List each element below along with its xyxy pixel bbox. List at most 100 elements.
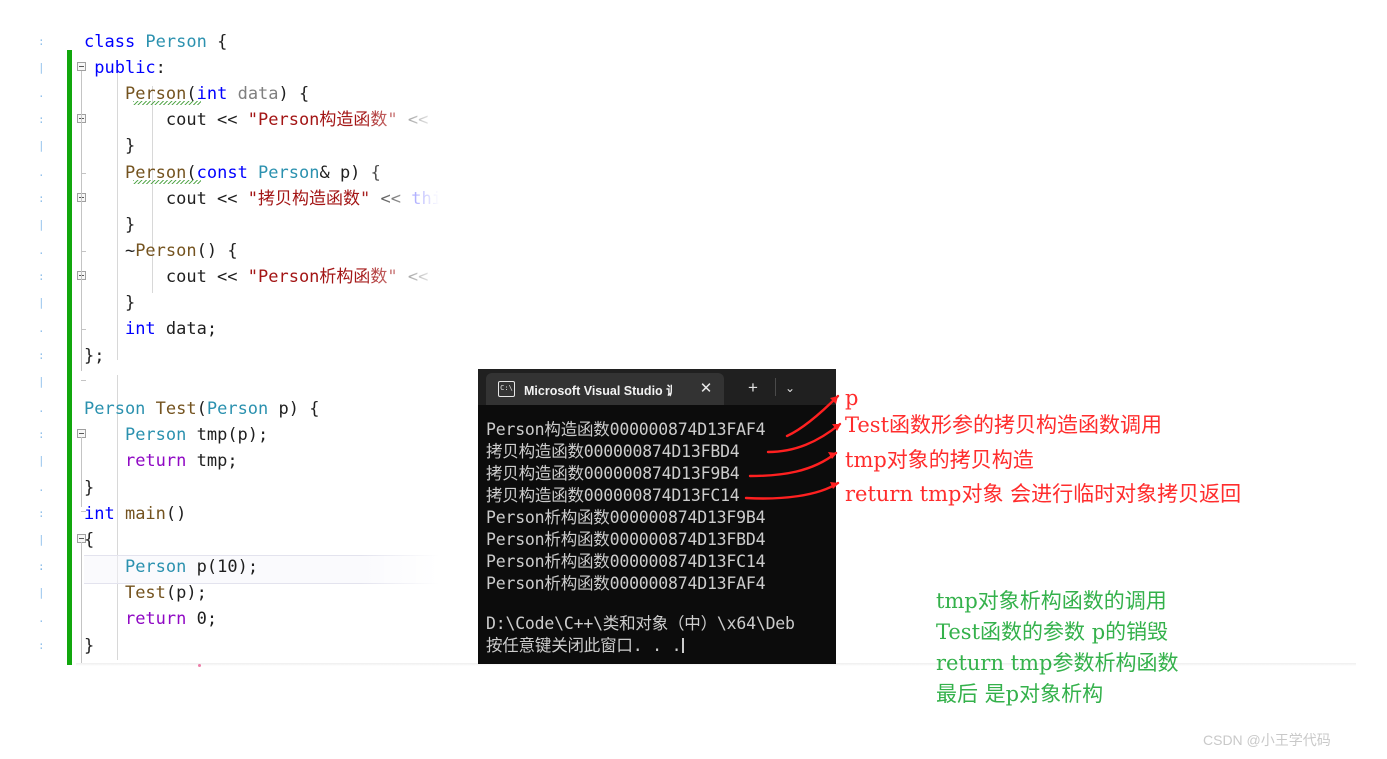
code-token: class xyxy=(84,32,146,52)
line-number: : xyxy=(38,114,45,126)
code-line[interactable]: ~Person() { xyxy=(84,242,238,260)
line-number: | xyxy=(38,587,45,599)
fold-line xyxy=(81,201,82,249)
code-token: ) { xyxy=(278,84,310,104)
console-output-area[interactable]: Person构造函数000000874D13FAF4 拷贝构造函数00000087… xyxy=(478,405,836,664)
code-line[interactable]: cout << "拷贝构造函数" << this << endl; xyxy=(84,190,460,208)
code-line[interactable]: public: xyxy=(84,59,166,77)
console-output-line: Person析构函数000000874D13F9B4 xyxy=(486,508,766,527)
fold-end-tick xyxy=(81,380,86,381)
code-token: "Person构造函数" xyxy=(247,110,398,130)
code-token: << endl; xyxy=(452,189,460,209)
code-token: tmp(p); xyxy=(186,425,269,445)
code-line[interactable]: Test(p); xyxy=(84,584,207,602)
line-number: | xyxy=(38,455,45,467)
code-token: Test xyxy=(155,399,197,419)
code-line[interactable]: { xyxy=(84,531,94,549)
code-token: tmp; xyxy=(186,451,238,471)
code-line[interactable]: }; xyxy=(84,347,104,365)
fold-line xyxy=(81,123,82,171)
code-token: << xyxy=(370,189,412,209)
code-token: int xyxy=(196,84,238,104)
console-output-line: Person析构函数000000874D13FBD4 xyxy=(486,530,766,549)
line-number: : xyxy=(38,640,45,652)
text-caret xyxy=(682,638,684,653)
console-output-line: Person构造函数000000874D13FAF4 xyxy=(486,420,766,439)
fold-line xyxy=(81,279,82,327)
line-number: . xyxy=(38,482,45,494)
green-annotation-text: 最后 是p对象析构 xyxy=(936,682,1104,706)
line-number: : xyxy=(38,429,45,441)
debug-console-window[interactable]: C:\ Microsoft Visual Studio 调试控 ✕ + ⌄ Pe… xyxy=(478,369,836,664)
code-line[interactable]: Person Test(Person p) { xyxy=(84,400,319,418)
code-line[interactable]: int data; xyxy=(84,320,217,338)
code-token: int xyxy=(124,319,166,339)
code-token: } xyxy=(84,136,136,156)
green-annotation-text: tmp对象析构函数的调用 xyxy=(936,589,1167,613)
code-token: Person xyxy=(124,557,187,577)
line-number: : xyxy=(38,561,45,573)
code-line[interactable]: } xyxy=(84,216,135,234)
code-token: Person xyxy=(135,241,197,261)
code-line[interactable]: } xyxy=(84,479,94,497)
code-token: this xyxy=(438,267,460,287)
code-line[interactable]: Person(const Person& p) { xyxy=(84,164,381,182)
line-number: | xyxy=(38,219,45,231)
code-editor[interactable]: : |.: |.: |.: |.: |.: |.: |.: |.: class Person {… xyxy=(0,25,460,665)
code-line[interactable]: Person p(10); xyxy=(84,558,258,576)
console-tab-title: Microsoft Visual Studio 调试控 xyxy=(524,383,672,398)
code-token: p) { xyxy=(268,399,320,419)
code-line[interactable]: return tmp; xyxy=(84,452,238,470)
console-icon-text: C:\ xyxy=(500,384,513,392)
console-tab[interactable]: C:\ Microsoft Visual Studio 调试控 ✕ xyxy=(486,373,724,405)
close-icon[interactable]: ✕ xyxy=(698,381,714,397)
new-tab-icon[interactable]: + xyxy=(744,379,762,397)
code-token: << xyxy=(397,110,439,130)
line-number: . xyxy=(38,245,45,257)
code-token: () { xyxy=(196,241,238,261)
code-token: int xyxy=(84,504,125,524)
code-line[interactable]: } xyxy=(84,637,94,655)
code-line[interactable]: Person tmp(p); xyxy=(84,426,268,444)
code-token: cout << xyxy=(84,189,248,209)
code-token: { xyxy=(217,32,228,52)
code-token: } xyxy=(84,636,95,656)
line-number: : xyxy=(38,508,45,520)
red-annotation-text: p xyxy=(845,386,859,410)
code-token: return xyxy=(124,451,187,471)
editor-marker-dot xyxy=(198,664,201,667)
code-token: 0 xyxy=(196,609,207,629)
code-line[interactable]: } xyxy=(84,294,135,312)
code-token: data xyxy=(237,84,279,104)
console-output-line: 拷贝构造函数000000874D13F9B4 xyxy=(486,464,740,483)
code-token: << xyxy=(397,267,439,287)
code-line[interactable]: int main() xyxy=(84,505,186,523)
code-token: ( xyxy=(196,399,207,419)
console-icon: C:\ xyxy=(498,381,515,397)
code-token: data; xyxy=(165,319,218,339)
console-path-line: D:\Code\C++\类和对象（中）\x64\Deb xyxy=(486,614,795,633)
line-number: | xyxy=(38,297,45,309)
console-prompt-line: 按任意键关闭此窗口. . . xyxy=(486,635,836,657)
code-line[interactable]: } xyxy=(84,137,135,155)
line-number: | xyxy=(38,140,45,152)
fold-line xyxy=(81,542,82,665)
code-token: Person xyxy=(124,425,187,445)
chevron-down-icon[interactable]: ⌄ xyxy=(781,379,799,397)
code-line[interactable]: class Person { xyxy=(84,33,227,51)
code-line[interactable]: cout << "Person析构函数" << this << endl; xyxy=(84,268,460,286)
toolbar-divider xyxy=(775,378,776,396)
code-token: ; xyxy=(206,609,218,629)
red-annotation-text: tmp对象的拷贝构造 xyxy=(845,448,1034,472)
code-token: "拷贝构造函数" xyxy=(247,189,371,209)
code-line[interactable]: cout << "Person构造函数" << this << endl; xyxy=(84,111,460,129)
code-token: ); xyxy=(237,557,259,577)
code-line[interactable]: return 0; xyxy=(84,610,217,628)
code-token: } xyxy=(84,293,136,313)
code-token: "Person析构函数" xyxy=(247,267,398,287)
code-token: cout << xyxy=(84,267,248,287)
red-annotation-text: Test函数形参的拷贝构造函数调用 xyxy=(845,413,1163,437)
